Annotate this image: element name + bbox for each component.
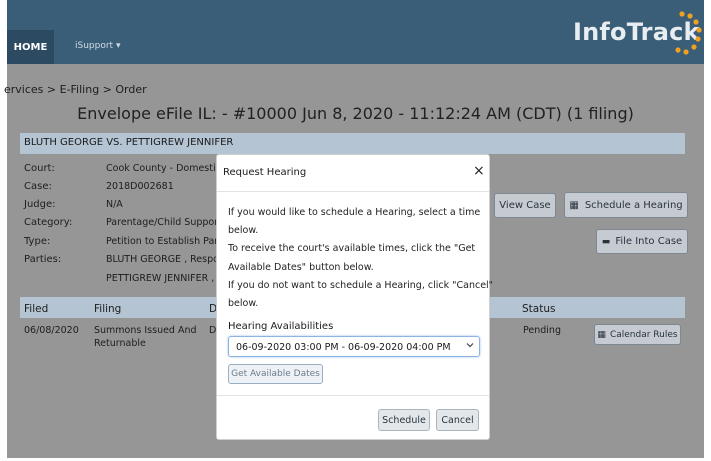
cancel-label: Cancel <box>441 414 474 426</box>
schedule-button[interactable]: Schedule <box>378 409 430 431</box>
get-available-dates-label: Get Available Dates <box>231 369 320 379</box>
modal-instruction-line: below. <box>228 225 259 236</box>
modal-instruction-line: below. <box>228 298 259 309</box>
modal-instruction-line: To receive the court's available times, … <box>228 243 476 254</box>
modal-instruction-line: If you do not want to schedule a Hearing… <box>228 280 494 291</box>
nav-home-tab[interactable]: HOME <box>7 30 54 64</box>
modal-footer-divider <box>217 395 489 396</box>
selected-time-slot: 06-09-2020 03:00 PM - 06-09-2020 04:00 P… <box>236 342 451 353</box>
cancel-button[interactable]: Cancel <box>436 409 479 431</box>
schedule-label: Schedule <box>382 414 426 426</box>
close-icon[interactable]: × <box>473 164 485 178</box>
modal-title: Request Hearing <box>223 167 307 178</box>
hearing-availabilities-select[interactable]: 06-09-2020 03:00 PM - 06-09-2020 04:00 P… <box>228 336 480 357</box>
modal-header: Request Hearing × <box>217 155 489 192</box>
hearing-availabilities-label: Hearing Availabilities <box>228 321 334 332</box>
request-hearing-modal: Request Hearing × If you would like to s… <box>216 154 494 440</box>
modal-instruction-line: Available Dates" button below. <box>228 262 374 273</box>
get-available-dates-button[interactable]: Get Available Dates <box>228 364 323 384</box>
logo-dots-icon <box>675 11 702 55</box>
nav-isupport-menu[interactable]: iSupport ▾ <box>75 41 120 51</box>
modal-instruction-line: If you would like to schedule a Hearing,… <box>228 207 481 218</box>
chevron-down-icon <box>466 343 474 348</box>
